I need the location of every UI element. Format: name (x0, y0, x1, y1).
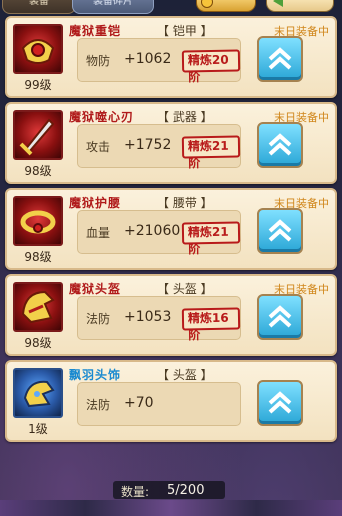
chevron-up-icon (268, 47, 292, 70)
stat-name: 血量 (86, 226, 111, 240)
bottom-decoration (0, 500, 342, 516)
stat-name: 物防 (86, 54, 111, 68)
stat-value: +1053 (124, 309, 172, 325)
item-name: 魔狱重铠 (69, 24, 122, 38)
count-label: 数量: (121, 485, 150, 499)
item-name: 魔狱护腰 (69, 196, 122, 210)
stat-value: +1752 (124, 137, 172, 153)
tab-equipment-fragments[interactable]: 装备碎片 (72, 0, 154, 14)
chevron-up-icon (268, 305, 292, 328)
stat-box: 物防 +1062 精炼20阶 (77, 38, 241, 84)
chevron-up-icon (268, 219, 292, 242)
stat-box: 血量 +21060 精炼21阶 (77, 210, 241, 256)
chevron-up-icon (268, 391, 292, 414)
item-level: 98级 (24, 250, 52, 264)
red-weapon-icon (13, 110, 63, 160)
refine-badge: 精炼20阶 (181, 49, 241, 84)
list-item[interactable]: 1级 飘羽头饰 【 头盔 】 法防 +70 (5, 360, 337, 442)
item-level: 1级 (28, 422, 48, 436)
item-name: 飘羽头饰 (69, 368, 122, 382)
refine-badge: 精炼21阶 (181, 135, 241, 170)
item-name: 魔狱噬心刃 (69, 110, 135, 124)
item-level: 98级 (24, 164, 52, 178)
red-helmet-icon (13, 282, 63, 332)
sell-button[interactable] (196, 0, 256, 12)
red-armor-icon (13, 24, 63, 74)
stat-value: +21060 (124, 223, 181, 239)
item-type: 【 武器 】 (157, 110, 213, 124)
upgrade-button[interactable] (257, 380, 303, 426)
count-value: 5/200 (167, 483, 205, 498)
item-type: 【 腰带 】 (157, 196, 213, 210)
chevron-up-icon (268, 133, 292, 156)
upgrade-button[interactable] (257, 208, 303, 254)
stat-name: 攻击 (86, 140, 111, 154)
upgrade-button[interactable] (257, 122, 303, 168)
blue-helmet-icon (13, 368, 63, 418)
coin-icon (201, 0, 213, 8)
item-type: 【 头盔 】 (157, 368, 213, 382)
refine-badge: 精炼21阶 (181, 221, 241, 256)
refine-badge: 精炼16阶 (181, 307, 241, 342)
list-item[interactable]: 98级 魔狱护腰 【 腰带 】 末日装备中 血量 +21060 精炼21阶 (5, 188, 337, 270)
inventory-count: 数量: 5/200 (113, 481, 225, 499)
back-arrow-icon (273, 0, 283, 7)
tab-equipment[interactable]: 装备 (2, 0, 76, 14)
red-belt-icon (13, 196, 63, 246)
upgrade-button[interactable] (257, 36, 303, 82)
stat-value: +1062 (124, 51, 172, 67)
item-type: 【 铠甲 】 (157, 24, 213, 38)
list-item[interactable]: 99级 魔狱重铠 【 铠甲 】 末日装备中 物防 +1062 精炼20阶 (5, 16, 337, 98)
stat-name: 法防 (86, 398, 111, 412)
stat-box: 法防 +70 (77, 382, 241, 426)
item-type: 【 头盔 】 (157, 282, 213, 296)
list-item[interactable]: 98级 魔狱噬心刃 【 武器 】 末日装备中 攻击 +1752 精炼21阶 (5, 102, 337, 184)
stat-name: 法防 (86, 312, 111, 326)
item-level: 98级 (24, 336, 52, 350)
back-button[interactable] (266, 0, 334, 12)
stat-box: 攻击 +1752 精炼21阶 (77, 124, 241, 170)
list-item[interactable]: 98级 魔狱头盔 【 头盔 】 末日装备中 法防 +1053 精炼16阶 (5, 274, 337, 356)
stat-box: 法防 +1053 精炼16阶 (77, 296, 241, 342)
item-level: 99级 (24, 78, 52, 92)
top-bar: 装备 装备碎片 (0, 0, 342, 14)
stat-value: +70 (124, 395, 154, 411)
item-name: 魔狱头盔 (69, 282, 122, 296)
equipment-list: 99级 魔狱重铠 【 铠甲 】 末日装备中 物防 +1062 精炼20阶 98级… (5, 16, 337, 446)
upgrade-button[interactable] (257, 294, 303, 340)
